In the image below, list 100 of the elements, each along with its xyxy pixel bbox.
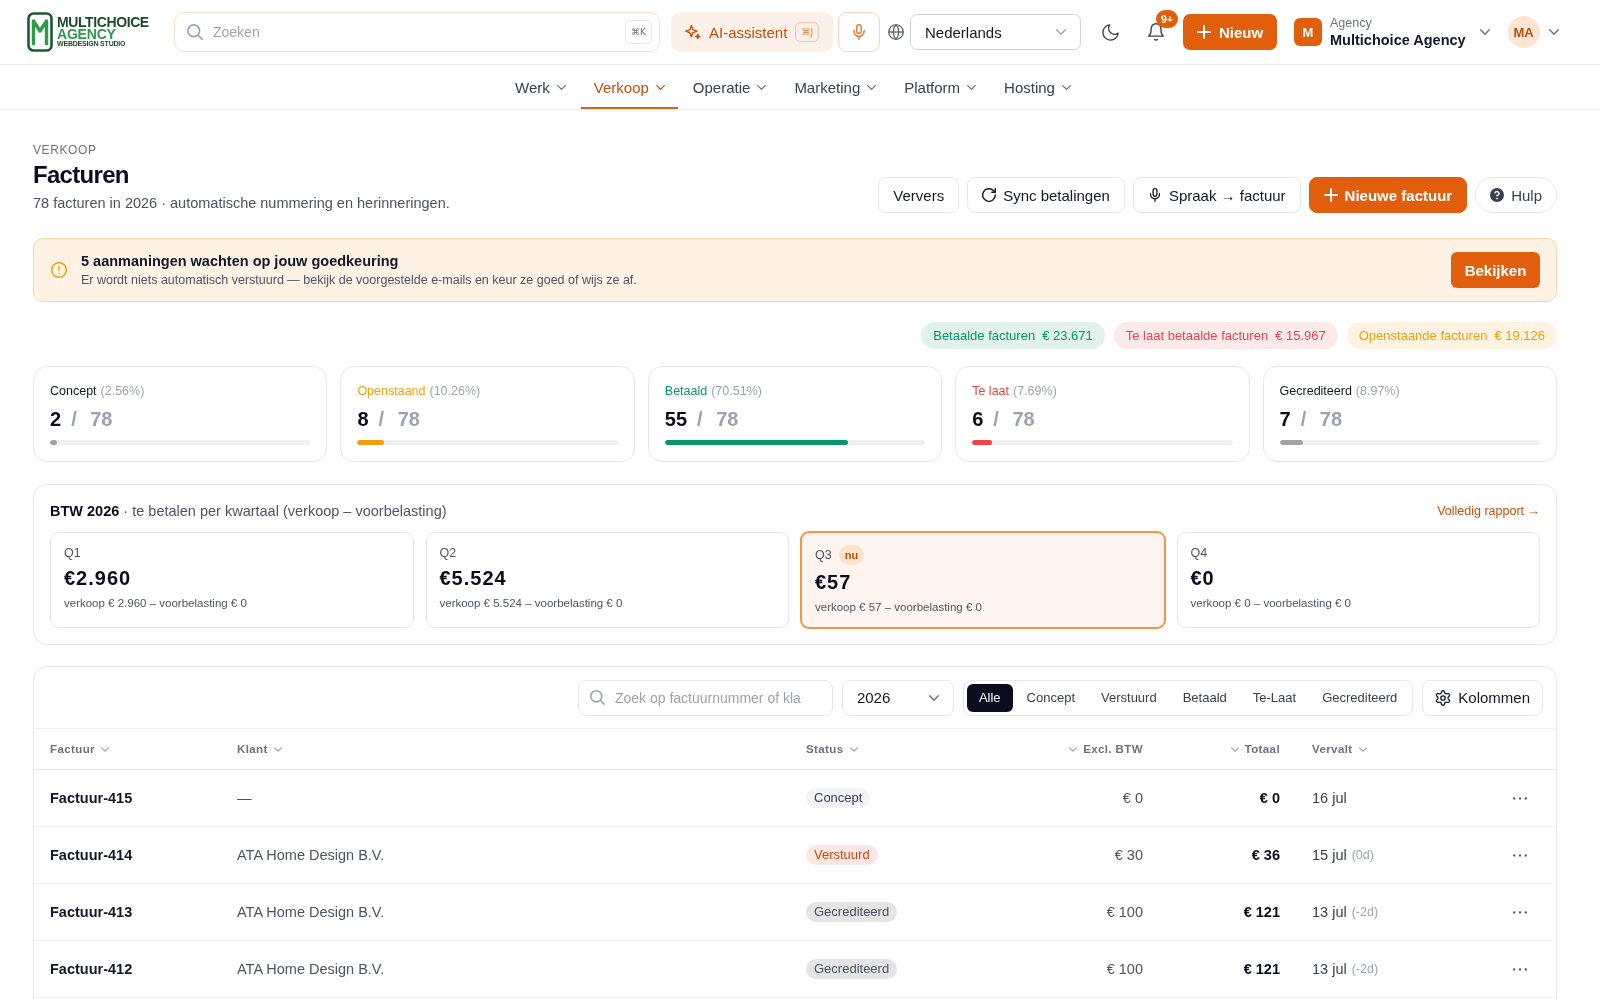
filter-tab[interactable]: Concept — [1014, 683, 1087, 712]
chevron-down-icon — [655, 84, 665, 90]
review-button[interactable]: Bekijken — [1451, 252, 1540, 288]
invoice-number[interactable]: Factuur-412 — [50, 961, 133, 977]
alert-title: 5 aanmaningen wachten op jouw goedkeuring — [81, 252, 400, 270]
stat-label: Openstaand — [357, 383, 426, 399]
invoice-number[interactable]: Factuur-414 — [50, 847, 133, 863]
more-icon[interactable] — [1513, 853, 1527, 857]
logo-text: AGENCY — [57, 28, 116, 40]
chevron-down-icon[interactable] — [1548, 29, 1559, 35]
search-field[interactable]: Zoek op factuurnummer of kla — [577, 679, 833, 716]
nav-tab[interactable]: Marketing — [781, 65, 890, 109]
invoice-number[interactable]: Factuur-413 — [50, 904, 133, 920]
moon-icon[interactable] — [1102, 23, 1119, 41]
pill-amount: € 15.967 — [1275, 328, 1326, 343]
stat-total: / 78 — [697, 407, 739, 431]
quarter-detail: verkoop € 2.960 – voorbelasting € 0 — [64, 596, 248, 611]
sync-button[interactable]: Sync betalingen — [967, 177, 1125, 213]
breadcrumb: VERKOOP — [33, 143, 98, 157]
refresh-button[interactable]: Ververs — [878, 177, 960, 213]
filter-tab[interactable]: Te-Laat — [1240, 683, 1309, 712]
stat-label: Betaald — [664, 383, 708, 399]
workspace-name[interactable]: Multichoice Agency — [1330, 30, 1466, 49]
nav-tab[interactable]: Platform — [891, 65, 990, 109]
plus-icon — [1323, 188, 1338, 202]
chevron-down-icon — [1056, 29, 1066, 35]
chevron-down-icon — [967, 84, 977, 90]
stat-share: (7.69%) — [1013, 383, 1057, 399]
search-icon — [589, 690, 605, 705]
quarter-amount: €5.524 — [439, 566, 508, 591]
column-header[interactable]: Factuur — [50, 743, 109, 755]
year-select[interactable]: 2026 — [841, 679, 954, 716]
column-header[interactable]: Vervalt — [1280, 743, 1367, 755]
amount-total: € 121 — [1243, 904, 1280, 920]
pill-label: Betaalde facturen — [933, 328, 1036, 343]
stat-share: (2.56%) — [100, 383, 145, 399]
quarter-amount: €0 — [1190, 566, 1216, 591]
quarter-card[interactable]: Q1 €2.960 verkoop € 2.960 – voorbelasting € 0 — [50, 532, 414, 628]
workspace-caption: Agency — [1330, 15, 1373, 31]
page-title: Facturen — [33, 161, 130, 189]
voice-invoice-button[interactable]: Spraak → factuur — [1132, 177, 1301, 213]
column-header[interactable]: Totaal — [1230, 743, 1280, 755]
more-icon[interactable] — [1513, 796, 1527, 800]
quarter-label: Q3 — [815, 547, 832, 563]
amount-excl-vat: € 100 — [1106, 961, 1143, 977]
nav-tab[interactable]: Hosting — [991, 65, 1084, 109]
client-name: — — [237, 790, 252, 806]
more-icon[interactable] — [1513, 967, 1527, 971]
chevron-down-icon[interactable] — [1479, 29, 1490, 35]
status-badge: Concept — [806, 788, 871, 808]
stat-count: 6 — [972, 407, 984, 431]
stat-label: Concept — [50, 383, 97, 399]
current-badge: nu — [838, 545, 865, 565]
mic-button[interactable] — [838, 12, 880, 52]
stat-total: / 78 — [71, 407, 113, 431]
full-report-link[interactable]: Volledig rapport → — [1437, 501, 1540, 521]
vat-title: BTW 2026 · te betalen per kwartaal (verkoop – voorbelasting) — [50, 502, 447, 521]
column-header[interactable]: Klant — [237, 743, 282, 755]
stat-total: / 78 — [378, 407, 420, 431]
filter-tab[interactable]: Alle — [966, 683, 1013, 712]
pill-amount: € 23.671 — [1042, 328, 1093, 343]
filter-tab[interactable]: Verstuurd — [1089, 683, 1169, 712]
ai-assistant-button[interactable]: AI-assistent ⌘J — [671, 12, 833, 52]
chevron-down-icon — [1069, 746, 1078, 752]
status-badge: Gecrediteerd — [806, 959, 898, 979]
stat-total: / 78 — [993, 407, 1035, 431]
columns-button[interactable]: Kolommen — [1422, 679, 1543, 716]
chevron-down-icon — [273, 746, 282, 752]
nav-tab[interactable]: Operatie — [679, 65, 780, 109]
amount-total: € 121 — [1243, 961, 1280, 977]
alert-text: Er wordt niets automatisch verstuurd — bekijk de voorgestelde e-mails en keur ze goed of wijs ze af. — [81, 272, 637, 288]
chevron-down-icon — [849, 746, 858, 752]
quarter-label: Q1 — [64, 545, 81, 561]
quarter-card[interactable]: Q2 €5.524 verkoop € 5.524 – voorbelasting € 0 — [425, 532, 789, 628]
invoice-number[interactable]: Factuur-415 — [50, 790, 133, 806]
more-icon[interactable] — [1513, 910, 1527, 914]
amount-excl-vat: € 0 — [1122, 790, 1143, 806]
globe-icon — [888, 24, 904, 40]
stat-label: Gecrediteerd — [1279, 383, 1352, 399]
help-button[interactable]: Hulp — [1475, 177, 1557, 213]
sparkle-icon — [685, 24, 701, 40]
search-icon — [187, 24, 203, 40]
column-header[interactable]: Excl. BTW — [1069, 743, 1143, 755]
bell-icon[interactable] — [1147, 23, 1165, 41]
quarter-card[interactable]: Q4 €0 verkoop € 0 – voorbelasting € 0 — [1176, 532, 1540, 628]
due-date: 16 jul — [1312, 790, 1347, 806]
quarter-detail: verkoop € 5.524 – voorbelasting € 0 — [439, 596, 624, 611]
new-button[interactable]: Nieuw — [1183, 14, 1277, 50]
nav-tab[interactable]: Verkoop — [580, 65, 678, 109]
pill-label: Te laat betaalde facturen — [1125, 328, 1269, 343]
status-badge: Gecrediteerd — [806, 902, 898, 922]
nav-tab[interactable]: Werk — [502, 65, 579, 109]
filter-tab[interactable]: Gecrediteerd — [1310, 683, 1410, 712]
user-avatar[interactable]: MA — [1507, 16, 1540, 48]
filter-tab[interactable]: Betaald — [1170, 683, 1239, 712]
column-header[interactable]: Status — [806, 743, 858, 755]
new-invoice-button[interactable]: Nieuwe factuur — [1308, 177, 1468, 213]
language-select[interactable]: Nederlands — [910, 14, 1081, 50]
quarter-card[interactable]: Q3 nu €57 verkoop € 57 – voorbelasting € 0 — [801, 532, 1165, 628]
amount-total: € 0 — [1259, 790, 1280, 806]
